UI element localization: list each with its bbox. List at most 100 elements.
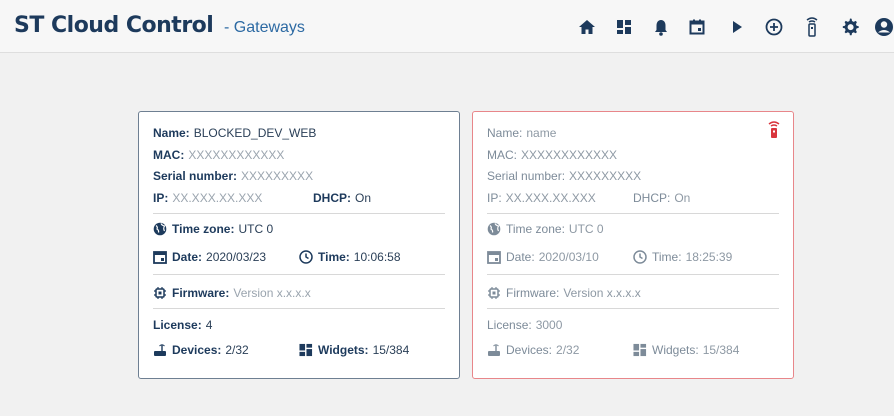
gateway-card[interactable]: Name: name MAC: XXXXXXXXXXXX Serial numb… <box>472 111 794 379</box>
gateway-name: BLOCKED_DEV_WEB <box>193 126 317 140</box>
name-label: Name: <box>487 126 523 140</box>
date-label: Date: <box>172 250 203 264</box>
widgets-icon <box>633 343 647 357</box>
ip-row: IP: XX.XXX.XX.XXX DHCP: On <box>153 191 445 205</box>
date-label: Date: <box>506 250 535 264</box>
license-label: License: <box>153 318 202 332</box>
mac-value: XXXXXXXXXXXX <box>521 148 618 162</box>
date-value: 2020/03/23 <box>206 250 267 264</box>
datetime-row: Date: 2020/03/23 Time: 10:06:58 <box>153 250 445 264</box>
license-row: License: 3000 <box>487 318 562 332</box>
mac-value: XXXXXXXXXXXX <box>188 148 285 162</box>
serial-row: Serial number: XXXXXXXXX <box>153 169 313 183</box>
firmware-value: Version x.x.x.x <box>563 286 641 300</box>
app-header: ST Cloud Control - Gateways <box>0 0 894 53</box>
widgets-field: Widgets: 15/384 <box>299 343 409 357</box>
time-field: Time: 18:25:39 <box>633 250 732 264</box>
widgets-label: Widgets: <box>318 343 369 357</box>
time-value: 18:25:39 <box>685 250 733 264</box>
gateway-card[interactable]: Name: BLOCKED_DEV_WEB MAC: XXXXXXXXXXXX … <box>138 111 460 379</box>
chip-icon <box>487 286 501 300</box>
mac-row: MAC: XXXXXXXXXXXX <box>487 148 617 162</box>
bell-icon[interactable] <box>651 17 671 37</box>
ip-label: IP: <box>153 191 169 205</box>
add-circle-icon[interactable] <box>764 17 784 37</box>
firmware-row: Firmware: Version x.x.x.x <box>487 286 641 300</box>
gateway-name: name <box>526 126 557 140</box>
globe-icon <box>487 222 501 236</box>
account-icon[interactable] <box>874 17 894 37</box>
firmware-label: Firmware: <box>172 286 230 300</box>
devices-value: 2/32 <box>225 343 249 357</box>
divider <box>153 308 445 309</box>
firmware-value: Version x.x.x.x <box>233 286 311 300</box>
serial-value: XXXXXXXXX <box>241 169 314 183</box>
serial-label: Serial number: <box>153 169 238 183</box>
header-toolbar <box>0 0 894 52</box>
gateway-icon[interactable] <box>802 17 822 37</box>
dhcp-value: On <box>674 191 691 205</box>
timezone-label: Time zone: <box>506 222 565 236</box>
dashboard-icon[interactable] <box>614 17 634 37</box>
router-icon <box>487 343 501 357</box>
clock-icon <box>299 250 313 264</box>
chip-icon <box>153 286 167 300</box>
usage-row: Devices: 2/32 Widgets: 15/384 <box>487 343 779 357</box>
usage-row: Devices: 2/32 Widgets: 15/384 <box>153 343 445 357</box>
ip-value: XX.XXX.XX.XXX <box>172 191 263 205</box>
dhcp-value: On <box>355 191 372 205</box>
firmware-row: Firmware: Version x.x.x.x <box>153 286 311 300</box>
divider <box>487 213 779 214</box>
divider <box>153 274 445 275</box>
globe-icon <box>153 222 167 236</box>
name-label: Name: <box>153 126 190 140</box>
dhcp-label: DHCP: <box>633 191 671 205</box>
ip-label: IP: <box>487 191 502 205</box>
license-value: 3000 <box>535 318 563 332</box>
timezone-row: Time zone: UTC 0 <box>487 222 604 236</box>
router-icon <box>153 343 167 357</box>
devices-label: Devices: <box>172 343 222 357</box>
time-value: 10:06:58 <box>353 250 401 264</box>
dhcp-field: DHCP: On <box>633 191 690 205</box>
serial-value: XXXXXXXXX <box>569 169 642 183</box>
date-value: 2020/03/10 <box>538 250 599 264</box>
calendar-icon[interactable] <box>687 17 707 37</box>
divider <box>153 213 445 214</box>
gear-icon[interactable] <box>840 17 860 37</box>
ip-row: IP: XX.XXX.XX.XXX DHCP: On <box>487 191 779 205</box>
datetime-row: Date: 2020/03/10 Time: 18:25:39 <box>487 250 779 264</box>
widgets-field: Widgets: 15/384 <box>633 343 739 357</box>
license-row: License: 4 <box>153 318 212 332</box>
calendar-icon <box>153 250 167 264</box>
time-label: Time: <box>318 250 350 264</box>
gateway-offline-icon <box>767 121 781 139</box>
mac-row: MAC: XXXXXXXXXXXX <box>153 148 284 162</box>
clock-icon <box>633 250 647 264</box>
serial-row: Serial number: XXXXXXXXX <box>487 169 641 183</box>
mac-label: MAC: <box>487 148 517 162</box>
widgets-icon <box>299 343 313 357</box>
widgets-label: Widgets: <box>652 343 699 357</box>
home-icon[interactable] <box>577 17 597 37</box>
devices-value: 2/32 <box>556 343 580 357</box>
license-value: 4 <box>205 318 213 332</box>
time-label: Time: <box>652 250 682 264</box>
firmware-label: Firmware: <box>506 286 560 300</box>
dhcp-field: DHCP: On <box>313 191 371 205</box>
divider <box>487 274 779 275</box>
license-label: License: <box>487 318 532 332</box>
devices-label: Devices: <box>506 343 553 357</box>
timezone-row: Time zone: UTC 0 <box>153 222 273 236</box>
name-row: Name: BLOCKED_DEV_WEB <box>153 126 316 140</box>
name-row: Name: name <box>487 126 556 140</box>
timezone-value: UTC 0 <box>568 222 604 236</box>
widgets-value: 15/384 <box>702 343 740 357</box>
calendar-icon <box>487 250 501 264</box>
timezone-label: Time zone: <box>172 222 235 236</box>
widgets-value: 15/384 <box>372 343 410 357</box>
ip-value: XX.XXX.XX.XXX <box>505 191 596 205</box>
serial-label: Serial number: <box>487 169 566 183</box>
play-icon[interactable] <box>727 17 747 37</box>
time-field: Time: 10:06:58 <box>299 250 401 264</box>
